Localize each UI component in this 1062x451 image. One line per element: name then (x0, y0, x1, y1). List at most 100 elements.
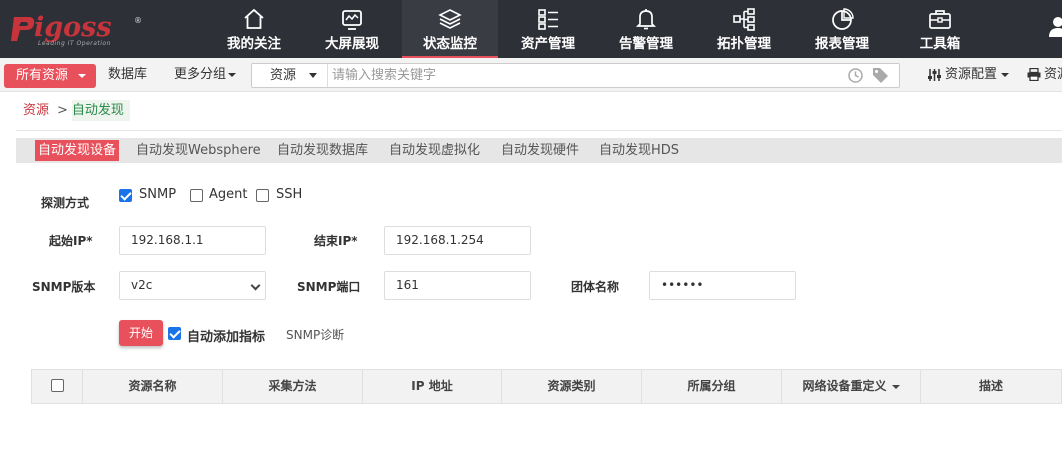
community-label: 团体名称 (571, 280, 620, 294)
nav-label: 报表管理 (815, 36, 869, 52)
ssh-checkbox[interactable] (256, 189, 269, 202)
start-ip-input[interactable]: 192.168.1.1 (119, 226, 266, 255)
col-collect-method[interactable]: 采集方法 (223, 370, 363, 403)
printer-icon (1027, 67, 1041, 82)
subtab-device[interactable]: 自动发现设备 (35, 140, 120, 161)
nav-item-topology-mgmt[interactable]: 拓扑管理 (696, 0, 792, 58)
col-device-redefine[interactable]: 网络设备重定义 (782, 370, 921, 403)
resource-config-dropdown[interactable]: 资源配置 (927, 58, 1010, 92)
snmp-diagnose-link[interactable]: SNMP诊断 (286, 326, 344, 343)
caret-down-icon (891, 384, 900, 389)
start-button[interactable]: 开始 (119, 320, 163, 346)
logo-registered: ® (134, 16, 142, 25)
col-resource-type[interactable]: 资源类别 (502, 370, 642, 403)
auto-discover-panel: 自动发现设备 自动发现Websphere 自动发现数据库 自动发现虚拟化 自动发… (16, 130, 1062, 451)
nav-label: 我的关注 (227, 36, 281, 52)
col-device-redefine-label: 网络设备重定义 (802, 379, 887, 393)
result-table-header: 资源名称 采集方法 IP 地址 资源类别 所属分组 网络设备重定义 描述 (31, 369, 1062, 404)
more-groups-dropdown[interactable]: 更多分组 (174, 58, 237, 92)
nav-label: 告警管理 (619, 36, 673, 52)
sliders-icon (928, 68, 941, 81)
col-resource-name[interactable]: 资源名称 (83, 370, 223, 403)
nav-label: 状态监控 (423, 36, 477, 52)
subtab-hardware[interactable]: 自动发现硬件 (498, 140, 582, 161)
col-group[interactable]: 所属分组 (642, 370, 782, 403)
more-groups-label: 更多分组 (174, 67, 227, 82)
search-input[interactable] (332, 65, 832, 86)
ssh-checkbox-label: SSH (276, 187, 303, 202)
nav-label: 工具箱 (919, 36, 961, 52)
nav-label: 拓扑管理 (717, 36, 771, 52)
resource-toolbar: 所有资源 数据库 更多分组 资源 资源配置 资源 (0, 58, 1062, 92)
auto-add-checkbox[interactable] (168, 327, 181, 340)
select-all-checkbox[interactable] (51, 379, 64, 392)
caret-down-icon (1001, 72, 1010, 77)
breadcrumb-root[interactable]: 资源 (16, 103, 55, 118)
nav-item-asset-mgmt[interactable]: 资产管理 (500, 0, 596, 58)
monitor-icon (342, 10, 362, 30)
nav-label: 资产管理 (521, 36, 575, 52)
subtab-virtualization[interactable]: 自动发现虚拟化 (386, 140, 483, 161)
subtab-bar: 自动发现设备 自动发现Websphere 自动发现数据库 自动发现虚拟化 自动发… (16, 138, 1062, 163)
caret-down-icon (228, 72, 237, 77)
col-description[interactable]: 描述 (921, 370, 1061, 403)
all-resources-label: 所有资源 (16, 68, 69, 83)
snmp-port-input[interactable]: 161 (384, 271, 531, 300)
breadcrumb-current: 自动发现 (71, 100, 130, 121)
pigoss-logo[interactable]: igoss ® Leading IT Operation (11, 12, 142, 48)
pie-chart-icon (832, 8, 854, 30)
snmp-checkbox[interactable] (119, 189, 132, 202)
breadcrumb: 资源 > 自动发现 (16, 98, 130, 124)
user-icon[interactable] (1048, 14, 1062, 38)
list-icon (538, 9, 558, 30)
snmp-version-select[interactable]: v2c (119, 271, 266, 300)
resource-config-label: 资源配置 (945, 67, 998, 82)
snmp-checkbox-label: SNMP (139, 187, 177, 202)
logo-text: igoss (34, 12, 112, 43)
auto-add-label: 自动添加指标 (187, 330, 266, 345)
search-scope-label: 资源 (270, 68, 297, 83)
nav-item-alarm-mgmt[interactable]: 告警管理 (598, 0, 694, 58)
all-resources-dropdown[interactable]: 所有资源 (4, 64, 96, 88)
nav-label: 大屏展现 (325, 36, 379, 52)
subtab-database[interactable]: 自动发现数据库 (274, 140, 371, 161)
nav-item-big-screen[interactable]: 大屏展现 (304, 0, 400, 58)
snmp-version-label: SNMP版本 (32, 280, 96, 294)
search-box: 资源 (251, 63, 900, 88)
chevron-down-icon (250, 280, 261, 291)
subtab-websphere[interactable]: 自动发现Websphere (133, 140, 264, 161)
database-link[interactable]: 数据库 (108, 58, 147, 92)
bell-icon (635, 9, 657, 30)
breadcrumb-sep: > (57, 103, 68, 118)
start-ip-label: 起始IP* (49, 234, 93, 248)
select-all-cell (32, 370, 83, 403)
snmp-port-label: SNMP端口 (297, 280, 361, 294)
agent-checkbox[interactable] (190, 189, 203, 202)
end-ip-input[interactable]: 192.168.1.254 (384, 226, 531, 255)
snmp-version-value: v2c (131, 278, 153, 292)
end-ip-label: 结束IP* (314, 234, 358, 248)
caret-down-icon (78, 74, 86, 78)
logo-mark-icon (11, 17, 35, 41)
caret-down-icon (309, 73, 317, 78)
tag-icon[interactable] (872, 67, 889, 84)
probe-method-label: 探测方式 (41, 196, 90, 210)
topology-icon (733, 8, 755, 31)
nav-item-status-monitor[interactable]: 状态监控 (402, 0, 498, 58)
search-scope-select[interactable]: 资源 (252, 64, 328, 87)
layers-icon (438, 9, 462, 29)
resource-print-label: 资源 (1044, 67, 1062, 82)
nav-item-my-focus[interactable]: 我的关注 (206, 0, 302, 58)
community-input[interactable]: •••••• (649, 271, 796, 300)
top-nav: igoss ® Leading IT Operation 我的关注 大屏展现 状… (0, 0, 1062, 58)
col-ip-address[interactable]: IP 地址 (363, 370, 502, 403)
logo-tagline: Leading IT Operation (38, 40, 111, 47)
nav-item-report-mgmt[interactable]: 报表管理 (794, 0, 890, 58)
home-icon (244, 8, 264, 29)
agent-checkbox-label: Agent (209, 187, 248, 202)
resource-print-button[interactable]: 资源 (1027, 58, 1062, 92)
toolbox-icon (929, 10, 951, 29)
clock-icon[interactable] (848, 68, 863, 83)
nav-item-toolbox[interactable]: 工具箱 (892, 0, 988, 58)
subtab-hds[interactable]: 自动发现HDS (596, 140, 682, 161)
